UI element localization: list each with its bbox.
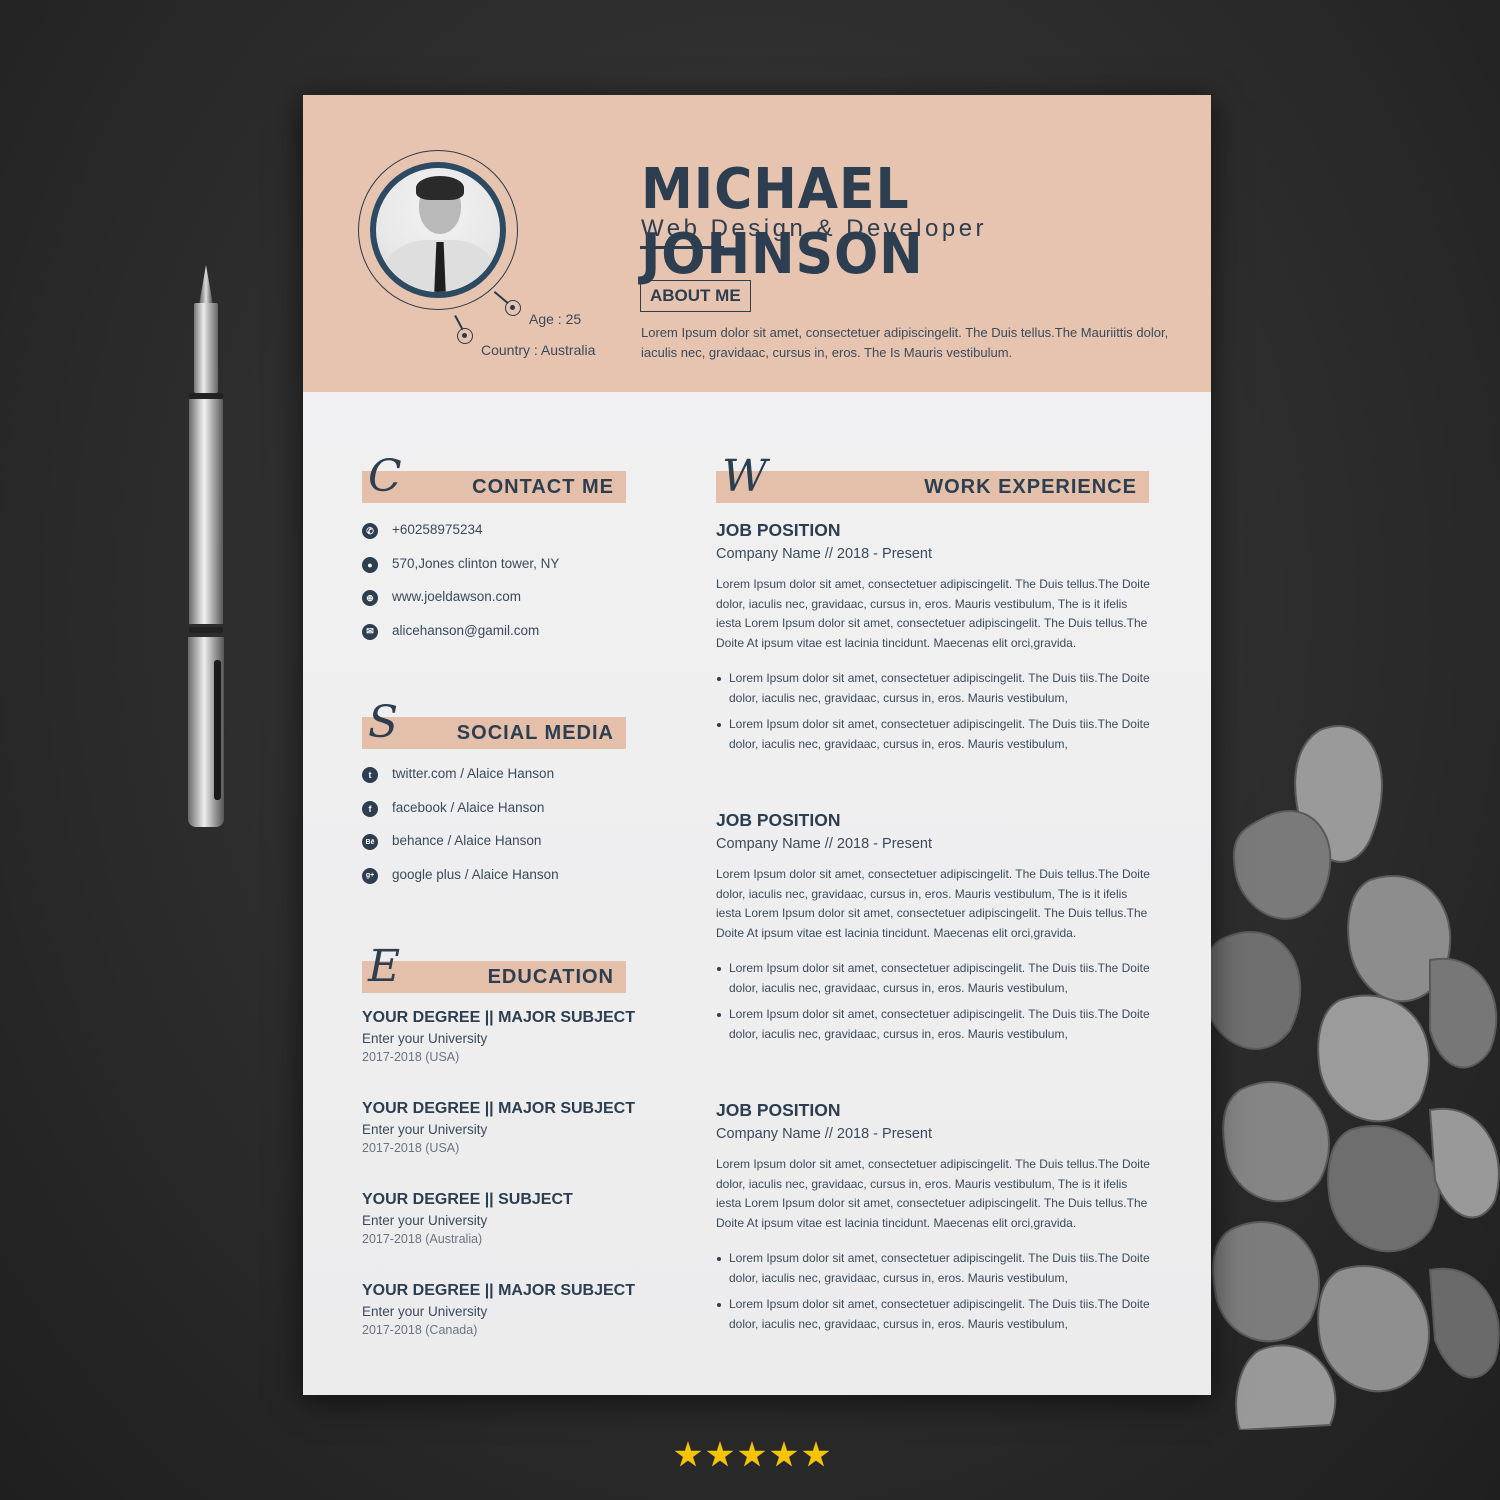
social-list: t twitter.com / Alaice Hanson f facebook /… [362,766,559,900]
job-entry: JOB POSITION Company Name // 2018 - Pres… [716,810,1152,1052]
mail-icon: ✉ [362,623,378,640]
profile-photo [358,150,518,310]
education-script-letter: E [368,941,401,992]
job-company: Company Name // 2018 - Present [716,1126,932,1142]
contact-section-header: C CONTACT ME [362,451,626,503]
job-description: Lorem Ipsum dolor sit amet, consectetuer… [716,1157,1150,1231]
job-description: Lorem Ipsum dolor sit amet, consectetuer… [716,577,1150,651]
globe-icon: ⊕ [362,590,378,606]
behance-icon: Bē [362,834,378,850]
social-title: SOCIAL MEDIA [456,722,614,744]
age-text: Age : 25 [529,311,582,327]
job-bullet: Lorem Ipsum dolor sit amet, consectetuer… [716,1005,1152,1044]
education-university: Enter your University [362,1213,488,1228]
education-university: Enter your University [362,1031,488,1046]
candidate-role: Web Design & Developer [641,215,988,242]
job-bullet: Lorem Ipsum dolor sit amet, consectetuer… [716,715,1152,754]
social-twitter: t twitter.com / Alaice Hanson [362,766,559,800]
job-company: Company Name // 2018 - Present [716,546,932,562]
star-icon [802,1441,830,1467]
contact-email: ✉ alicehanson@gamil.com [362,623,559,657]
job-bullet: Lorem Ipsum dolor sit amet, consectetuer… [716,959,1152,998]
job-bullet: Lorem Ipsum dolor sit amet, consectetuer… [716,1249,1152,1288]
work-section-header: W WORK EXPERIENCE [716,451,1149,503]
contact-address: ● 570,Jones clinton tower, NY [362,556,559,590]
phone-icon: ✆ [362,523,378,539]
pen-image [186,265,226,830]
country-text: Country : Australia [481,342,596,358]
education-section-header: E EDUCATION [362,941,626,993]
education-degree: YOUR DEGREE || SUBJECT [362,1191,573,1208]
country-marker-icon [457,328,473,344]
resume-page: Age : 25 Country : Australia MICHAEL JOH… [303,95,1211,1395]
education-degree: YOUR DEGREE || MAJOR SUBJECT [362,1100,635,1117]
education-years: 2017-2018 (USA) [362,1050,460,1064]
social-behance: Bē behance / Alaice Hanson [362,833,559,867]
job-description: Lorem Ipsum dolor sit amet, consectetuer… [716,867,1150,941]
education-years: 2017-2018 (Australia) [362,1232,483,1246]
facebook-icon: f [362,800,378,817]
social-facebook: f facebook / Alaice Hanson [362,800,559,834]
social-twitter-text[interactable]: twitter.com / Alaice Hanson [392,766,554,781]
education-item: YOUR DEGREE || MAJOR SUBJECT Enter your … [362,1100,642,1155]
education-item: YOUR DEGREE || SUBJECT Enter your Univer… [362,1191,642,1246]
about-me-heading: ABOUT ME [640,280,751,312]
education-university: Enter your University [362,1122,488,1137]
job-entry: JOB POSITION Company Name // 2018 - Pres… [716,1100,1152,1342]
plant-image [1202,725,1500,1430]
job-bullet: Lorem Ipsum dolor sit amet, consectetuer… [716,1295,1152,1334]
job-entry: JOB POSITION Company Name // 2018 - Pres… [716,520,1152,762]
contact-script-letter: C [368,451,402,502]
job-position: JOB POSITION [716,810,841,830]
contact-website: ⊕ www.joeldawson.com [362,589,559,623]
social-facebook-text[interactable]: facebook / Alaice Hanson [392,800,544,815]
job-bullets: Lorem Ipsum dolor sit amet, consectetuer… [716,669,1152,755]
job-bullet: Lorem Ipsum dolor sit amet, consectetuer… [716,669,1152,708]
education-years: 2017-2018 (Canada) [362,1323,478,1337]
job-position: JOB POSITION [716,520,841,540]
education-degree: YOUR DEGREE || MAJOR SUBJECT [362,1282,635,1299]
star-icon [738,1441,766,1467]
social-google-plus: g+ google plus / Alaice Hanson [362,867,559,901]
social-script-letter: S [368,697,399,748]
google-plus-icon: g+ [362,867,378,884]
social-behance-text[interactable]: behance / Alaice Hanson [392,833,541,848]
work-title: WORK EXPERIENCE [924,476,1137,498]
job-bullets: Lorem Ipsum dolor sit amet, consectetuer… [716,1249,1152,1335]
contact-website-text[interactable]: www.joeldawson.com [392,589,521,604]
role-underline [640,246,724,249]
education-item: YOUR DEGREE || MAJOR SUBJECT Enter your … [362,1009,642,1064]
twitter-icon: t [362,767,378,783]
resume-header: Age : 25 Country : Australia MICHAEL JOH… [303,95,1211,392]
education-title: EDUCATION [487,966,614,988]
education-degree: YOUR DEGREE || MAJOR SUBJECT [362,1009,635,1026]
social-section-header: S SOCIAL MEDIA [362,697,626,749]
star-icon [706,1441,734,1467]
contact-title: CONTACT ME [472,476,614,498]
social-google-plus-text[interactable]: google plus / Alaice Hanson [392,867,559,882]
contact-list: ✆ +60258975234 ● 570,Jones clinton tower, … [362,522,559,656]
work-script-letter: W [722,451,768,502]
contact-phone-text: +60258975234 [392,522,483,537]
job-company: Company Name // 2018 - Present [716,836,932,852]
avatar [370,162,506,298]
contact-email-text[interactable]: alicehanson@gamil.com [392,623,539,638]
about-me-text: Lorem Ipsum dolor sit amet, consectetuer… [641,325,1169,360]
education-item: YOUR DEGREE || MAJOR SUBJECT Enter your … [362,1282,642,1337]
age-marker-icon [505,300,521,316]
star-icon [770,1441,798,1467]
education-university: Enter your University [362,1304,488,1319]
star-icon [674,1441,702,1467]
job-position: JOB POSITION [716,1100,841,1120]
education-years: 2017-2018 (USA) [362,1141,460,1155]
location-icon: ● [362,556,378,573]
contact-address-text: 570,Jones clinton tower, NY [392,555,560,571]
rating-stars [674,1441,830,1469]
job-bullets: Lorem Ipsum dolor sit amet, consectetuer… [716,959,1152,1045]
contact-phone: ✆ +60258975234 [362,522,559,556]
